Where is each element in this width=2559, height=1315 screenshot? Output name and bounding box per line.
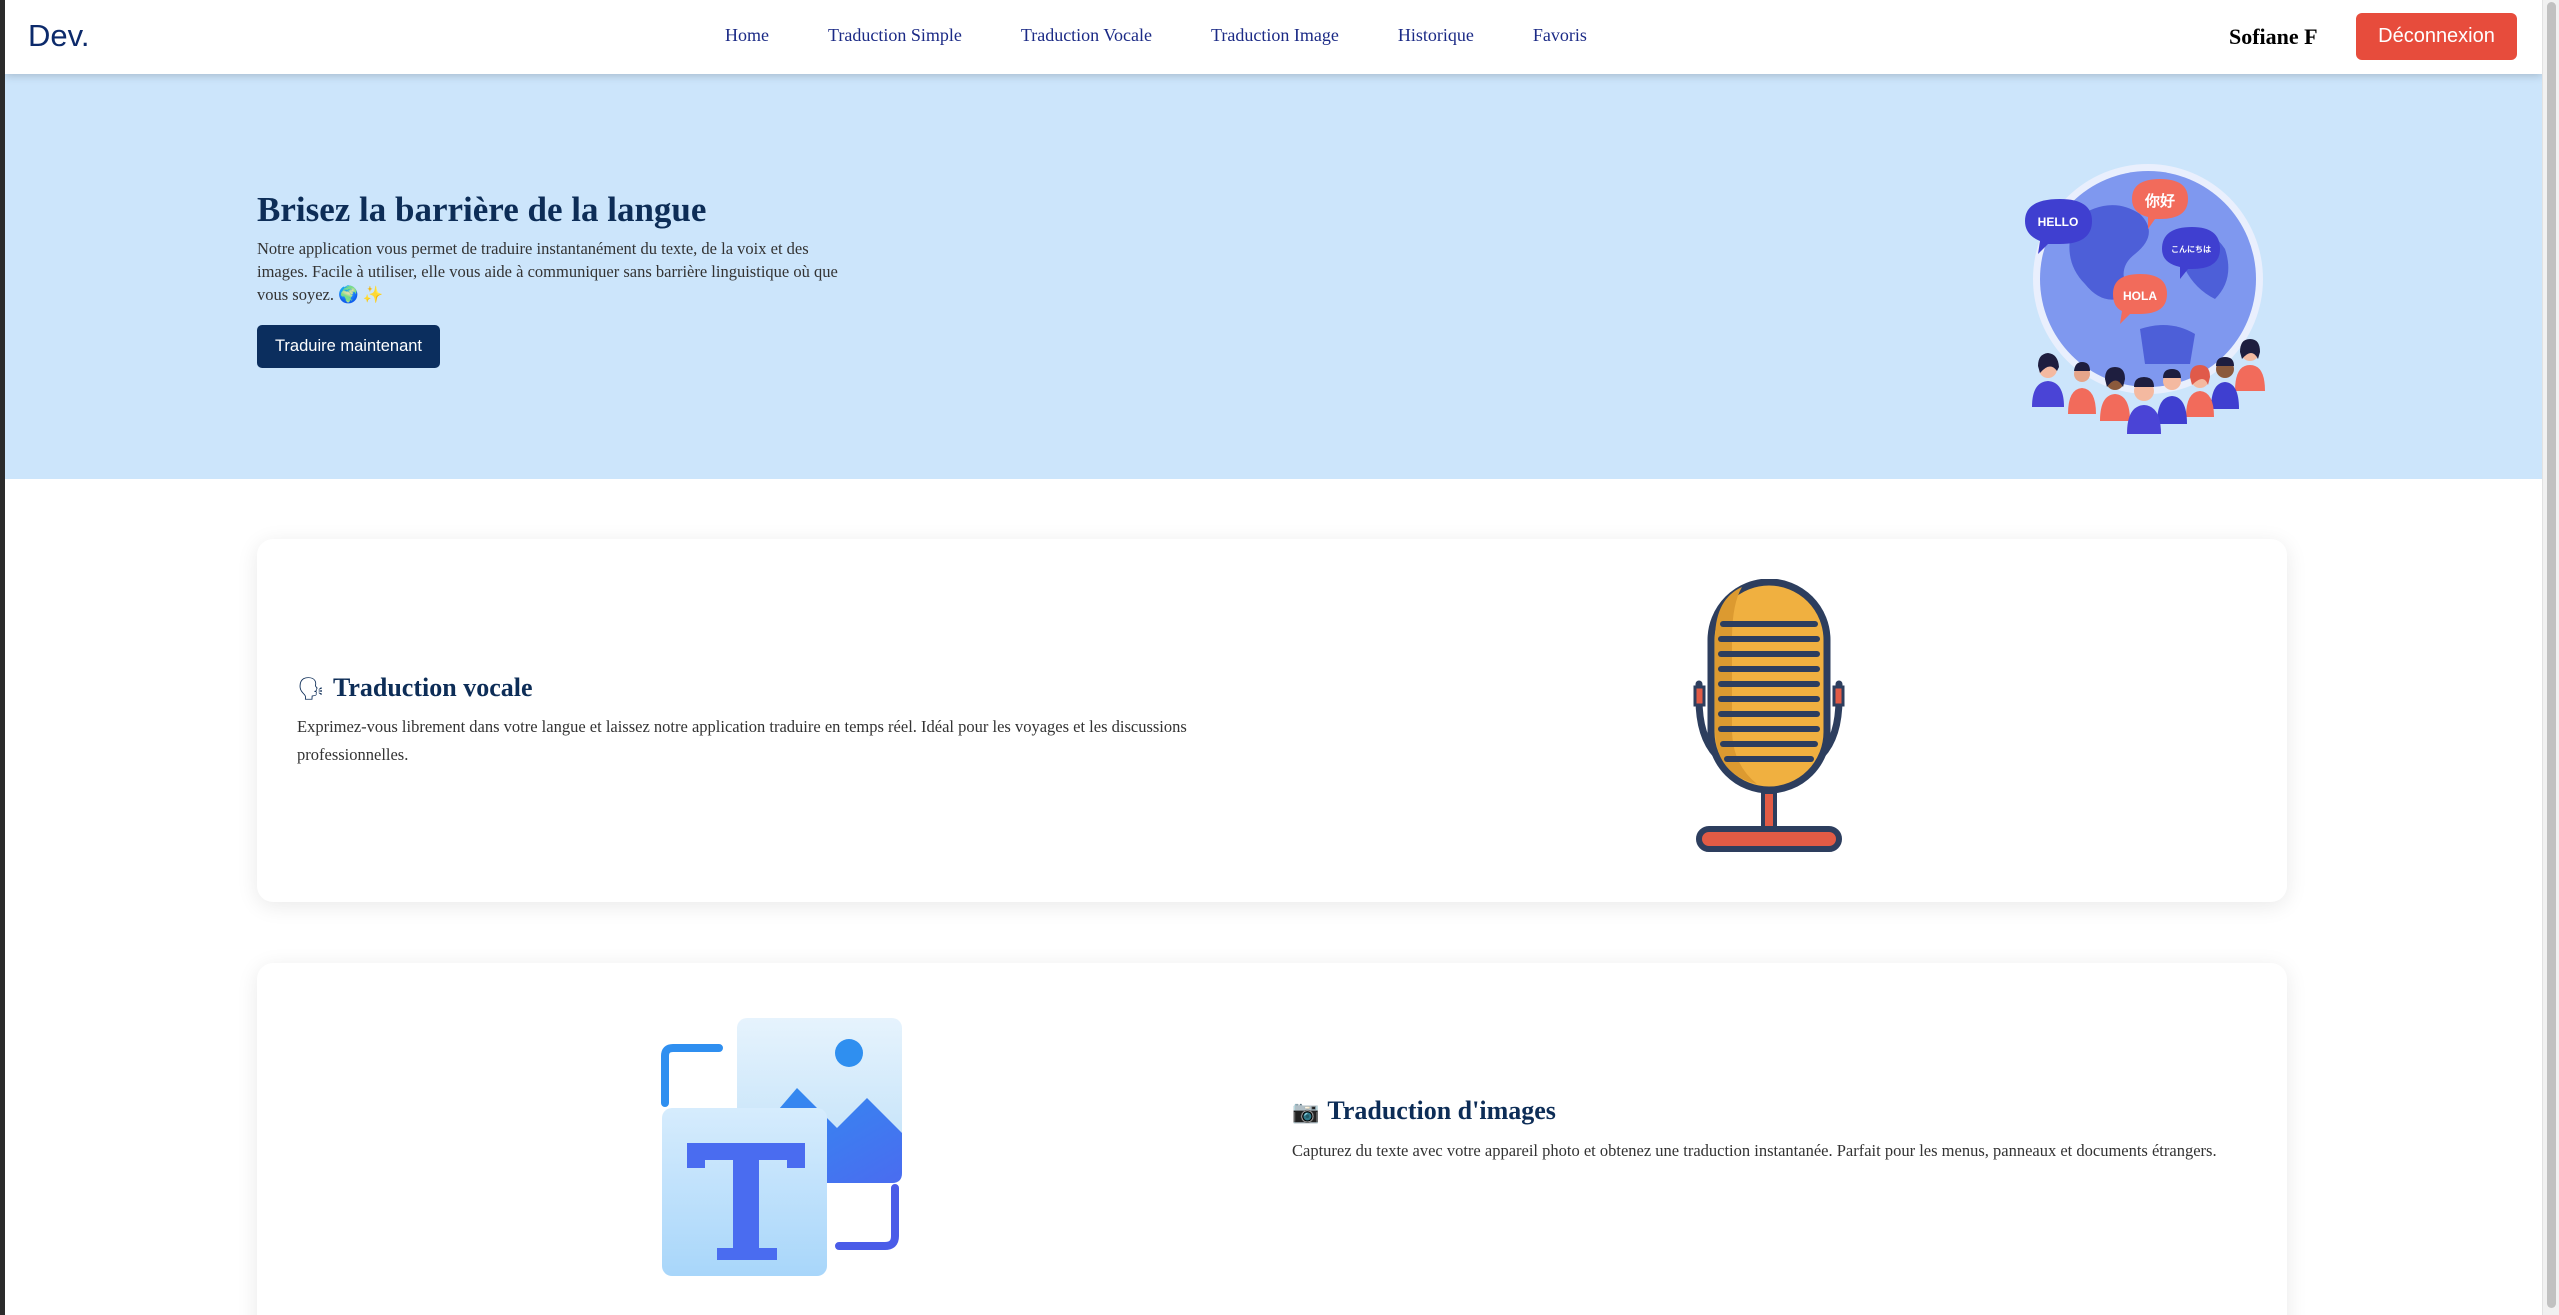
scrollbar-thumb[interactable] (2547, 2, 2556, 1308)
hero-description: Notre application vous permet de traduir… (257, 239, 838, 304)
globe-people-illustration: HELLO 你好 こんにちは HOLA (2025, 164, 2265, 434)
top-navbar: Dev. Home Traduction Simple Traduction V… (5, 0, 2542, 74)
image-translation-description: Capturez du texte avec votre appareil ph… (1292, 1141, 2217, 1160)
nav-link-favoris[interactable]: Favoris (1533, 25, 1587, 46)
voice-translation-title-text: Traduction vocale (332, 673, 533, 702)
image-translation-card: 📷 Traduction d'images Capturez du texte a… (257, 963, 2287, 1315)
konnichiwa-bubble-text: こんにちは (2171, 245, 2211, 254)
nav-link-traduction-simple[interactable]: Traduction Simple (828, 25, 962, 46)
voice-translation-title: 🗣 Traduction vocale (297, 673, 533, 703)
nav-link-home[interactable]: Home (725, 25, 769, 46)
nav-links: Home Traduction Simple Traduction Vocale… (725, 25, 1646, 46)
logo[interactable]: Dev. (28, 18, 89, 54)
window-frame (0, 0, 5, 1315)
image-text-icon (661, 1018, 902, 1276)
hello-bubble-text: HELLO (2038, 215, 2079, 229)
image-translation-title-text: Traduction d'images (1327, 1096, 1556, 1125)
image-translation-title: 📷 Traduction d'images (1292, 1096, 1556, 1126)
nihao-bubble-text: 你好 (2144, 192, 2175, 210)
voice-translation-description: Exprimez-vous librement dans votre langu… (297, 717, 1187, 764)
hola-bubble-text: HOLA (2123, 289, 2157, 303)
voice-translation-card: 🗣 Traduction vocale Exprimez-vous libreme… (257, 539, 2287, 902)
microphone-icon (1693, 579, 1845, 852)
translate-now-button[interactable]: Traduire maintenant (257, 325, 440, 368)
nav-link-historique[interactable]: Historique (1398, 25, 1474, 46)
nav-link-traduction-image[interactable]: Traduction Image (1211, 25, 1339, 46)
logout-button[interactable]: Déconnexion (2356, 13, 2517, 60)
speaking-head-icon: 🗣 (297, 677, 325, 702)
nav-link-traduction-vocale[interactable]: Traduction Vocale (1021, 25, 1152, 46)
hero-title: Brisez la barrière de la langue (257, 190, 707, 229)
hero-section: Brisez la barrière de la langue Notre ap… (5, 74, 2542, 479)
user-name: Sofiane F (2229, 24, 2318, 49)
vertical-scrollbar[interactable] (2542, 0, 2559, 1315)
camera-icon: 📷 (1292, 1100, 1320, 1125)
